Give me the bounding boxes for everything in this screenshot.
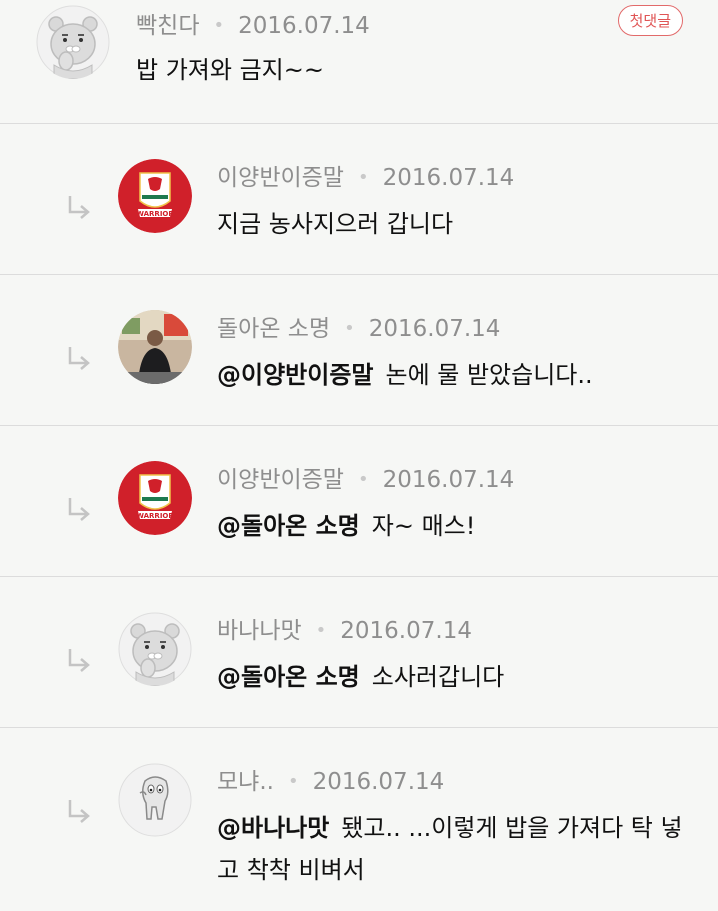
reply-arrow-icon bbox=[66, 798, 92, 824]
comment-body: 논에 물 받았습니다.. bbox=[385, 361, 593, 389]
comment-text: 밥 가져와 금지~~ bbox=[136, 56, 324, 84]
comment-meta: 이양반이증말 • 2016.07.14 bbox=[217, 460, 514, 494]
reply-item: 이양반이증말 • 2016.07.14 지금 농사지으러 갑니다 bbox=[0, 124, 718, 275]
comment-list: 빡친다 • 2016.07.14 첫댓글 밥 가져와 금지~~ 이양반이증말 • 201… bbox=[0, 0, 718, 908]
separator-dot: • bbox=[344, 318, 355, 339]
comment-meta: 돌아온 소명 • 2016.07.14 bbox=[217, 309, 500, 343]
comment-date: 2016.07.14 bbox=[312, 769, 445, 795]
comment-author[interactable]: 돌아온 소명 bbox=[217, 316, 330, 342]
comment-date: 2016.07.14 bbox=[368, 316, 501, 342]
comment-item: 빡친다 • 2016.07.14 첫댓글 밥 가져와 금지~~ bbox=[0, 0, 718, 124]
reply-item: 바나나맛 • 2016.07.14 @돌아온 소명 소사러갑니다 bbox=[0, 577, 718, 728]
mention-link[interactable]: @이양반이증말 bbox=[217, 361, 373, 389]
reply-arrow-icon bbox=[66, 496, 92, 522]
comment-author[interactable]: 빡친다 bbox=[136, 13, 199, 39]
separator-dot: • bbox=[357, 167, 369, 188]
comment-meta: 이양반이증말 • 2016.07.14 bbox=[217, 158, 514, 192]
comment-text: 지금 농사지으러 갑니다 bbox=[217, 210, 454, 238]
liverpool-crest-icon[interactable] bbox=[118, 461, 192, 535]
comment-date: 2016.07.14 bbox=[238, 13, 370, 39]
comment-text: @돌아온 소명 자~ 매스! bbox=[217, 505, 687, 547]
comment-author[interactable]: 이양반이증말 bbox=[217, 165, 344, 191]
comment-date: 2016.07.14 bbox=[340, 618, 472, 644]
ryan-bear-icon[interactable] bbox=[36, 5, 110, 79]
reply-item: 이양반이증말 • 2016.07.14 @돌아온 소명 자~ 매스! bbox=[0, 426, 718, 577]
comment-body: 소사러갑니다 bbox=[371, 663, 505, 691]
reply-arrow-icon bbox=[66, 647, 92, 673]
comment-author[interactable]: 바나나맛 bbox=[217, 618, 302, 644]
comment-author[interactable]: 모냐.. bbox=[217, 769, 274, 795]
reply-item: 모냐.. • 2016.07.14 @바나나맛 됐고.. ...이렇게 밥을 가져다 … bbox=[0, 728, 718, 908]
comment-author[interactable]: 이양반이증말 bbox=[217, 467, 344, 493]
liverpool-crest-icon[interactable] bbox=[118, 159, 192, 233]
separator-dot: • bbox=[357, 469, 369, 490]
reply-arrow-icon bbox=[66, 194, 92, 220]
ryan-bear-icon[interactable] bbox=[118, 612, 192, 686]
separator-dot: • bbox=[213, 15, 225, 36]
comment-text: @돌아온 소명 소사러갑니다 bbox=[217, 656, 687, 698]
separator-dot: • bbox=[315, 620, 327, 641]
separator-dot: • bbox=[287, 771, 299, 792]
comment-body: 자~ 매스! bbox=[371, 512, 476, 540]
comment-date: 2016.07.14 bbox=[382, 165, 515, 191]
mention-link[interactable]: @돌아온 소명 bbox=[217, 512, 360, 540]
comment-text: @이양반이증말 논에 물 받았습니다.. bbox=[217, 354, 687, 396]
mention-link[interactable]: @돌아온 소명 bbox=[217, 663, 360, 691]
comment-meta: 빡친다 • 2016.07.14 bbox=[136, 6, 370, 40]
person-photo-avatar[interactable] bbox=[118, 310, 192, 384]
comment-date: 2016.07.14 bbox=[382, 467, 515, 493]
mention-link[interactable]: @바나나맛 bbox=[217, 814, 329, 842]
reply-arrow-icon bbox=[66, 345, 92, 371]
first-comment-badge: 첫댓글 bbox=[617, 5, 683, 36]
reply-item: 돌아온 소명 • 2016.07.14 @이양반이증말 논에 물 받았습니다.. bbox=[0, 275, 718, 426]
comment-meta: 바나나맛 • 2016.07.14 bbox=[217, 611, 472, 645]
comment-text: @바나나맛 됐고.. ...이렇게 밥을 가져다 탁 넣고 착착 비벼서 bbox=[217, 807, 687, 891]
comment-meta: 모냐.. • 2016.07.14 bbox=[217, 762, 444, 796]
muzi-character-icon[interactable] bbox=[118, 763, 192, 837]
